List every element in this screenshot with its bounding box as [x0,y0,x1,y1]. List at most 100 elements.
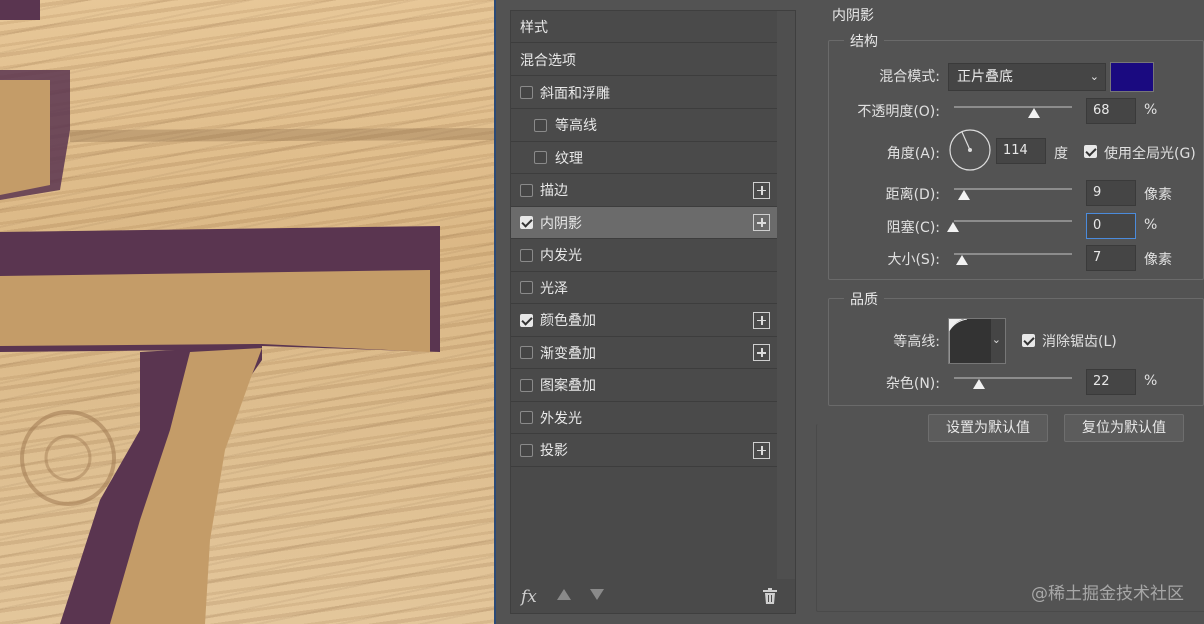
style-item[interactable]: 外发光 [511,402,777,434]
style-item[interactable]: 描边 [511,175,777,207]
shadow-stroke [0,0,40,20]
letter-fill [0,80,50,195]
styles-header[interactable]: 样式 [511,11,777,43]
size-label: 大小(S): [887,252,940,268]
noise-unit: % [1144,373,1158,389]
panel-title: 内阴影 [832,5,874,25]
add-style-icon[interactable] [753,181,770,199]
anti-alias-checkbox[interactable] [1022,334,1035,347]
size-input[interactable]: 7 [1086,245,1136,271]
style-item-checkbox[interactable] [520,281,533,294]
wood-knot [20,410,116,506]
style-item-checkbox[interactable] [520,443,533,457]
style-item[interactable]: 等高线 [511,110,777,142]
add-style-icon[interactable] [753,311,770,329]
distance-slider[interactable] [954,188,1072,190]
distance-slider-thumb[interactable] [958,190,970,200]
style-item[interactable]: 投影 [511,435,777,467]
style-item-label: 描边 [540,183,568,199]
distance-input[interactable]: 9 [1086,180,1136,206]
watermark: @稀土掘金技术社区 [1031,584,1184,604]
style-item[interactable]: 内发光 [511,240,777,272]
blending-options-label: 混合选项 [520,52,576,69]
angle-input[interactable]: 114 [996,138,1046,164]
choke-slider-thumb[interactable] [947,222,959,232]
angle-label: 角度(A): [886,146,940,162]
choke-slider[interactable] [954,220,1072,222]
style-item-checkbox[interactable] [520,411,533,424]
global-light-checkbox[interactable] [1084,145,1097,158]
style-item[interactable]: 颜色叠加 [511,305,777,337]
opacity-slider-thumb[interactable] [1028,108,1040,118]
plank-edge [70,128,494,142]
distance-label: 距离(D): [885,187,940,203]
style-item-checkbox[interactable] [520,248,533,262]
layer-style-dialog: 样式 混合选项 斜面和浮雕 等高线 纹理 描边 内阴影 内发光 光泽 颜色叠加 渐变叠加 图案叠加… [494,0,1204,624]
style-item-checkbox[interactable] [534,118,547,132]
choke-input[interactable]: 0 [1086,213,1136,239]
style-item-checkbox[interactable] [520,86,533,99]
blend-mode-value: 正片叠底 [957,69,1013,85]
blend-mode-select[interactable]: 正片叠底 ⌄ [948,63,1106,91]
add-style-icon[interactable] [753,441,770,459]
style-item[interactable]: 斜面和浮雕 [511,77,777,109]
style-item-checkbox[interactable] [520,378,533,392]
anti-alias-label: 消除锯齿(L) [1042,334,1117,350]
size-slider-thumb[interactable] [956,255,968,265]
shadow-color-swatch[interactable] [1110,62,1154,92]
wood-knot [44,434,92,482]
style-item-label: 投影 [540,443,568,459]
style-item-label: 纹理 [555,150,583,167]
move-up-icon[interactable] [557,589,571,600]
trash-icon[interactable] [763,588,777,604]
style-item[interactable]: 内阴影 [511,207,777,239]
contour-picker[interactable]: ⌄ [948,318,1006,364]
style-item-label: 光泽 [540,280,568,297]
blending-options[interactable]: 混合选项 [511,44,777,76]
contour-label: 等高线: [893,334,940,350]
style-list-scrollbar[interactable] [777,11,795,579]
styles-header-label: 样式 [520,19,548,36]
noise-slider[interactable] [954,377,1072,379]
opacity-label: 不透明度(O): [857,104,940,120]
size-slider[interactable] [954,253,1072,255]
noise-label: 杂色(N): [885,376,940,392]
style-item-label: 渐变叠加 [540,345,596,362]
style-item-checkbox[interactable] [534,151,547,164]
letter-fill [0,270,430,352]
choke-label: 阻塞(C): [886,220,940,236]
angle-unit: 度 [1054,146,1068,162]
opacity-unit: % [1144,102,1158,118]
opacity-input[interactable]: 68 [1086,98,1136,124]
chevron-down-icon: ⌄ [991,333,1001,346]
noise-slider-thumb[interactable] [973,379,985,389]
style-item[interactable]: 光泽 [511,272,777,304]
style-item-checkbox[interactable] [520,183,533,197]
style-item-label: 内阴影 [540,215,582,232]
style-item-checkbox[interactable] [520,313,533,327]
style-item-label: 内发光 [540,248,582,264]
quality-legend: 品质 [844,289,884,309]
style-item-label: 颜色叠加 [540,313,596,329]
noise-input[interactable]: 22 [1086,369,1136,395]
add-style-icon[interactable] [753,214,770,231]
style-item[interactable]: 纹理 [511,142,777,174]
inner-shadow-panel: 内阴影 结构 混合模式: 正片叠底 ⌄ 不透明度(O): 68 % 角度(A):… [816,0,1204,624]
style-item-checkbox[interactable] [520,216,533,229]
style-list: 样式 混合选项 斜面和浮雕等高线纹理描边内阴影内发光光泽颜色叠加渐变叠加图案叠加… [510,10,796,614]
size-unit: 像素 [1144,252,1172,268]
fx-icon[interactable]: fx [521,587,537,607]
style-item[interactable]: 图案叠加 [511,370,777,402]
style-item-checkbox[interactable] [520,346,533,359]
style-item-label: 斜面和浮雕 [540,85,610,102]
move-down-icon[interactable] [590,589,604,600]
angle-dial[interactable] [948,128,992,172]
chevron-down-icon: ⌄ [1089,70,1099,83]
distance-unit: 像素 [1144,187,1172,203]
style-item[interactable]: 渐变叠加 [511,337,777,369]
letter-artwork [0,0,494,624]
blend-mode-label: 混合模式: [879,69,940,85]
opacity-slider[interactable] [954,106,1072,108]
add-style-icon[interactable] [753,344,770,361]
style-item-label: 外发光 [540,410,582,427]
